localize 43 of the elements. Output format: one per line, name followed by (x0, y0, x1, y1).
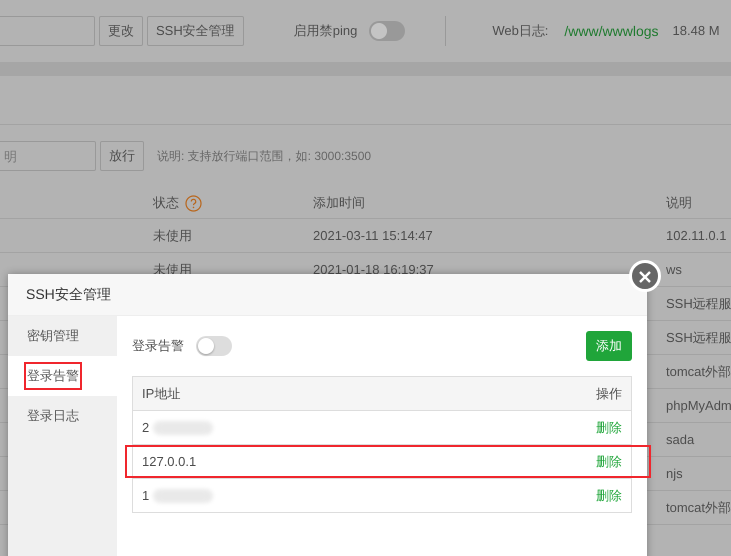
sidebar-item[interactable]: 登录日志 (8, 396, 117, 436)
table-cell-text: ws (666, 260, 682, 279)
table-cell-text: 2021-03-11 15:14:47 (313, 226, 433, 245)
table-cell-text: 2 (142, 418, 150, 437)
table-cell-text: sada (666, 430, 694, 449)
ping-toggle[interactable] (369, 21, 406, 41)
table-cell-text: njs (666, 464, 683, 483)
column-header: 说明 (666, 194, 692, 212)
weblog-path-link[interactable]: /www/wwwlogs (564, 20, 659, 42)
table-cell-text: 1 (142, 486, 150, 505)
table-cell-text: tomcat外部 (666, 362, 731, 381)
column-header: 操作 (596, 384, 622, 403)
close-icon (638, 270, 652, 284)
table-cell-text: SSH远程服 (666, 294, 731, 313)
delete-link[interactable]: 删除 (596, 486, 622, 506)
sidebar-item[interactable]: 登录告警 (8, 356, 117, 396)
column-header: 状态 (153, 194, 179, 210)
sidebar-item[interactable]: 密钥管理 (8, 316, 117, 356)
dialog-title: SSH安全管理 (8, 274, 647, 316)
column-header: 添加时间 (313, 194, 365, 212)
note-input[interactable]: 明 (0, 141, 96, 171)
port-input[interactable] (0, 16, 95, 46)
table-cell-text: 102.11.0.1 (666, 226, 726, 245)
ssh-security-button[interactable]: SSH安全管理 (147, 16, 244, 46)
table-cell-text: phpMyAdm (666, 396, 731, 415)
weblog-label: Web日志: (492, 22, 548, 40)
table-cell-text: 127.0.0.1 (142, 452, 196, 471)
change-button[interactable]: 更改 (99, 16, 143, 46)
ping-label: 启用禁ping (294, 22, 358, 40)
column-header: IP地址 (142, 384, 180, 403)
table-cell-text: SSH远程服 (666, 328, 731, 347)
help-icon[interactable] (185, 194, 202, 212)
add-button[interactable]: 添加 (586, 331, 632, 361)
table-cell-text: 未使用 (153, 226, 192, 245)
allow-button[interactable]: 放行 (100, 141, 144, 171)
table-cell-text: tomcat外部 (666, 498, 731, 517)
delete-link[interactable]: 删除 (596, 418, 622, 438)
alert-toggle[interactable] (196, 336, 232, 356)
alert-label: 登录告警 (132, 337, 184, 356)
delete-link[interactable]: 删除 (596, 452, 622, 472)
close-button[interactable] (629, 260, 661, 292)
hint-text: 说明: 支持放行端口范围，如: 3000:3500 (157, 148, 372, 165)
weblog-size: 18.48 M (672, 22, 720, 40)
